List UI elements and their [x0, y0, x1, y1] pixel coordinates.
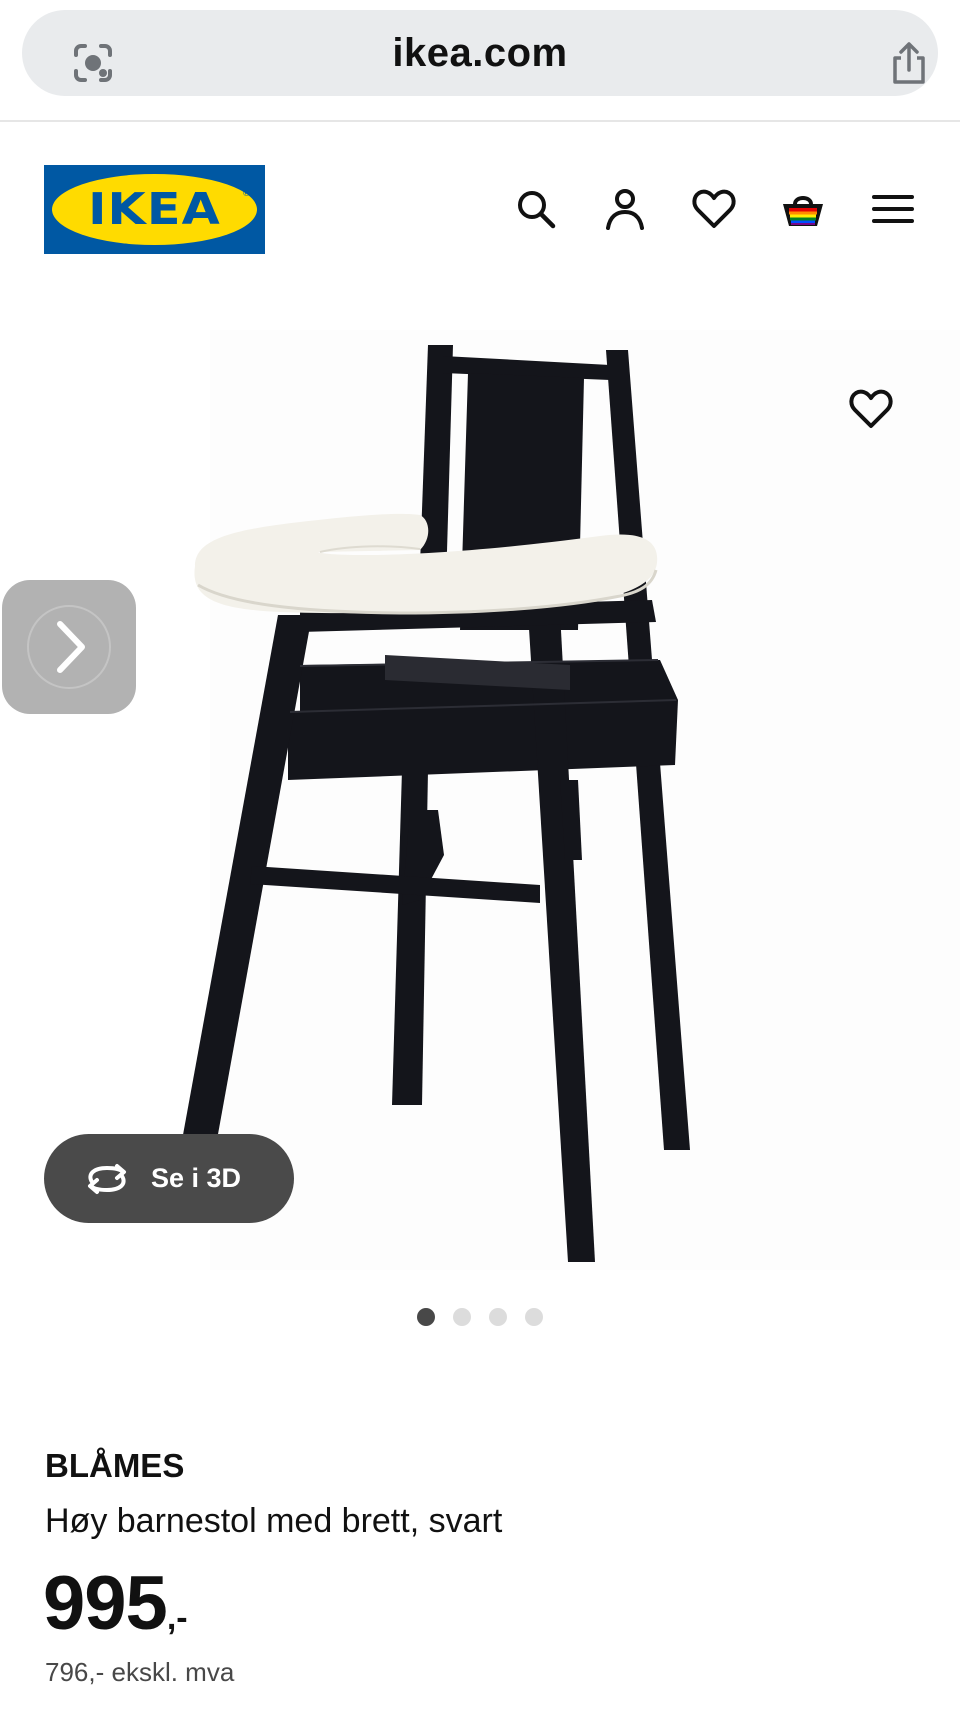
chevron-right-icon	[27, 605, 111, 689]
product-description: Høy barnestol med brett, svart	[45, 1502, 503, 1540]
cart-icon[interactable]	[780, 186, 826, 232]
search-icon[interactable]	[513, 186, 559, 232]
logo-registered-mark: ®	[242, 189, 251, 199]
pagination-dot[interactable]	[453, 1308, 471, 1326]
logo-text: IKEA	[88, 184, 221, 235]
price-integer: 995	[43, 1561, 168, 1646]
view-in-3d-label: Se i 3D	[151, 1163, 242, 1193]
url-bar-divider	[0, 120, 960, 122]
add-to-favourites-icon[interactable]	[848, 388, 894, 430]
product-name: BLÅMES	[45, 1447, 185, 1484]
product-price: 995,-	[43, 1560, 188, 1647]
favourites-icon[interactable]	[691, 186, 737, 232]
url-text[interactable]: ikea.com	[22, 10, 938, 96]
pagination-dot[interactable]	[489, 1308, 507, 1326]
rotate-3d-icon	[88, 1164, 126, 1194]
menu-icon[interactable]	[870, 186, 916, 232]
price-excluding-vat: 796,- ekskl. mva	[45, 1657, 235, 1687]
view-in-3d-button[interactable]: Se i 3D	[44, 1134, 294, 1223]
url-bar[interactable]: ikea.com	[22, 10, 938, 96]
ikea-logo[interactable]: IKEA ®	[44, 165, 265, 254]
product-image	[170, 330, 960, 1270]
price-suffix: ,-	[166, 1599, 188, 1637]
account-icon[interactable]	[602, 186, 648, 232]
share-icon[interactable]	[888, 40, 930, 86]
pagination-dot[interactable]	[525, 1308, 543, 1326]
pagination-dot[interactable]	[417, 1308, 435, 1326]
next-image-button[interactable]	[2, 580, 136, 714]
